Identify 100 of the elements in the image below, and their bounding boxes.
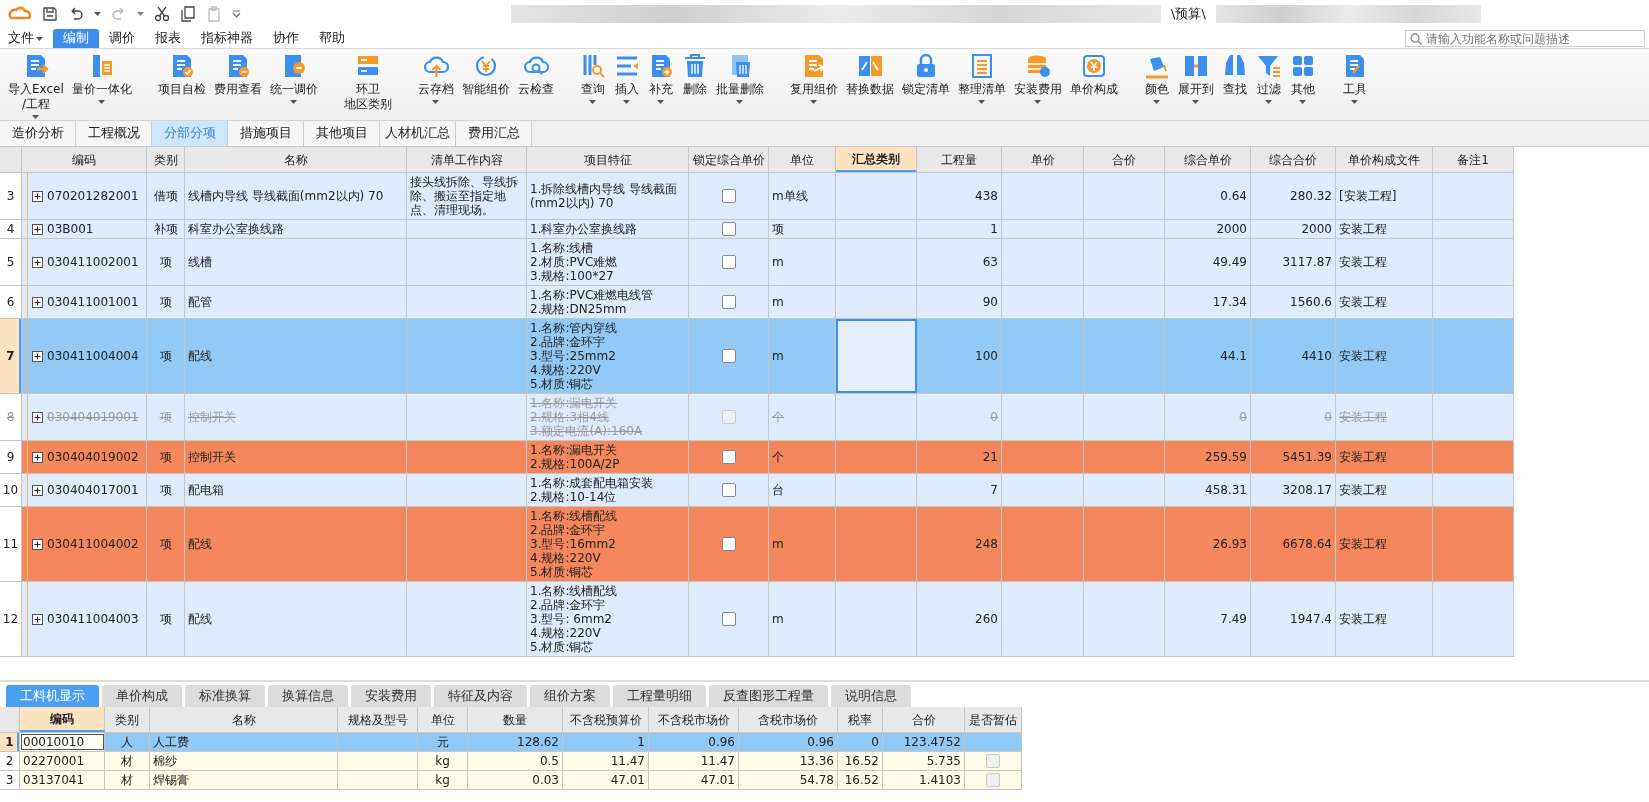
caret-icon[interactable] [32, 115, 40, 119]
checkbox[interactable] [721, 483, 736, 497]
tab[interactable]: 标准换算 [185, 685, 265, 707]
checkbox[interactable] [721, 222, 736, 236]
tab[interactable]: 组价方案 [530, 685, 610, 707]
menu-item[interactable]: 指标神器 [191, 29, 263, 48]
column-header[interactable]: 名称 [185, 147, 407, 172]
table-row[interactable]: 7 030411004004 项 配线 1.名称:管内穿线 2.品牌:金环宇 3.型号:25mm2 4.规格:220V 5.材质:铜芯 m 100 44.1 4410 安装工程 [0, 319, 1514, 394]
table-row[interactable]: 11 030411004002 项 配线 1.名称:线槽配线 2.品牌:金环宇 3.型号:16mm2 4.规格:220V 5.材质:铜芯 m 248 26.93 6678.64 安装工程 [0, 507, 1514, 582]
ribbon-button[interactable]: 插入 [611, 53, 642, 104]
ribbon-button[interactable]: 安装费用 [1011, 53, 1064, 104]
expand-icon[interactable] [32, 538, 43, 550]
tab[interactable]: 其他项目 [304, 121, 380, 146]
ribbon-button[interactable]: 其他 [1287, 53, 1318, 104]
ribbon-button[interactable]: 锁定清单 [899, 53, 952, 97]
expand-icon[interactable] [32, 411, 43, 423]
ribbon-button[interactable]: 颜色 [1141, 53, 1172, 104]
table-row[interactable]: 2 02270001 材 棉纱 kg 0.5 11.47 11.47 13.36 16.52 5.735 [0, 752, 1022, 771]
tab[interactable]: 说明信息 [831, 685, 911, 707]
checkbox[interactable] [721, 612, 736, 626]
customize-icon[interactable] [232, 10, 241, 18]
checkbox[interactable] [986, 754, 1000, 768]
tab[interactable]: 工程概况 [76, 121, 152, 146]
menu-item[interactable]: 报表 [145, 29, 191, 48]
caret-icon[interactable] [1034, 100, 1042, 104]
expand-icon[interactable] [32, 484, 43, 496]
column-header[interactable]: 不含税预算价 [563, 707, 649, 732]
expand-icon[interactable] [32, 190, 43, 202]
tab[interactable]: 反查图形工程量 [709, 685, 828, 707]
column-header[interactable]: 综合合价 [1251, 147, 1336, 172]
checkbox[interactable] [721, 295, 736, 309]
table-row[interactable]: 5 030411002001 项 线槽 1.名称:线槽 2.材质:PVC难燃 3.规格:100*27 m 63 49.49 3117.87 安装工程 [0, 239, 1514, 286]
expand-icon[interactable] [32, 223, 43, 235]
checkbox[interactable] [986, 773, 1000, 787]
expand-icon[interactable] [32, 451, 43, 463]
ribbon-button[interactable]: 环卫 地区类别 [341, 53, 394, 112]
checkbox[interactable] [721, 410, 736, 424]
ribbon-button[interactable]: 工具 [1339, 53, 1370, 104]
column-header[interactable]: 是否暂估 [965, 707, 1022, 732]
caret-icon[interactable] [1153, 100, 1161, 104]
column-header[interactable]: 单位 [769, 147, 836, 172]
tab[interactable]: 措施项目 [228, 121, 304, 146]
menu-item[interactable]: 文件 [4, 29, 53, 48]
caret-icon[interactable] [657, 100, 665, 104]
checkbox[interactable] [721, 537, 736, 551]
column-header[interactable]: 名称 [150, 707, 338, 732]
expand-icon[interactable] [32, 296, 43, 308]
table-row[interactable]: 4 03B001 补项 科室办公室换线路 1.科室办公室换线路 项 1 2000 2000 安装工程 [0, 220, 1514, 239]
ribbon-button[interactable]: 费用查看 [211, 53, 264, 97]
column-header[interactable]: 类别 [105, 707, 150, 732]
ribbon-button[interactable]: 单价构成 [1067, 53, 1120, 97]
column-header[interactable]: 单价 [1002, 147, 1084, 172]
caret-icon[interactable] [736, 100, 744, 104]
caret-icon[interactable] [1265, 100, 1273, 104]
caret-icon[interactable] [589, 100, 597, 104]
menu-item[interactable]: 帮助 [309, 29, 355, 48]
ribbon-button[interactable]: 复用组价 [787, 53, 840, 104]
caret-icon[interactable] [432, 100, 440, 104]
expand-icon[interactable] [32, 613, 43, 625]
table-row[interactable]: 12 030411004003 项 配线 1.名称:线槽配线 2.品牌:金环宇 3.型号: 6mm2 4.规格:220V 5.材质:铜芯 m 260 7.49 1947.4 安装工程 [0, 582, 1514, 657]
table-row[interactable]: 3 03137041 材 焊锡膏 kg 0.03 47.01 47.01 54.78 16.52 1.4103 [0, 771, 1022, 790]
table-row[interactable]: 10 030404017001 项 配电箱 1.名称:成套配电箱安装 2.规格:10-14位 台 7 458.31 3208.17 安装工程 [0, 474, 1514, 507]
ribbon-button[interactable]: 批量删除 [713, 53, 766, 104]
tab[interactable]: 费用汇总 [456, 121, 532, 146]
ribbon-button[interactable]: 展开到 [1175, 53, 1216, 104]
column-header[interactable]: 编码 [22, 147, 147, 172]
column-header[interactable]: 锁定综合单价 [689, 147, 769, 172]
column-header[interactable]: 编码 [20, 707, 105, 732]
ribbon-button[interactable]: 查找 [1219, 53, 1250, 97]
ribbon-button[interactable]: 过滤 [1253, 53, 1284, 104]
caret-icon[interactable] [36, 36, 43, 41]
column-header[interactable]: 税率 [838, 707, 883, 732]
ribbon-button[interactable]: 删除 [679, 53, 710, 97]
caret-icon[interactable] [94, 12, 101, 16]
caret-icon[interactable] [978, 100, 986, 104]
ribbon-button[interactable]: 替换数据 [843, 53, 896, 97]
checkbox[interactable] [721, 189, 736, 203]
column-header[interactable]: 清单工作内容 [407, 147, 527, 172]
column-header[interactable]: 工程量 [917, 147, 1002, 172]
copy-icon[interactable] [180, 6, 196, 22]
checkbox[interactable] [721, 349, 736, 363]
column-header[interactable]: 综合单价 [1165, 147, 1251, 172]
checkbox[interactable] [721, 450, 736, 464]
ribbon-button[interactable]: 查询 [577, 53, 608, 104]
tab[interactable]: 特征及内容 [434, 685, 527, 707]
tab[interactable]: 换算信息 [268, 685, 348, 707]
ribbon-button[interactable]: 项目自检 [155, 53, 208, 97]
table-row[interactable]: 9 030404019002 项 控制开关 1.名称:漏电开关 2.规格:100A/2P 个 21 259.59 5451.39 安装工程 [0, 441, 1514, 474]
tab[interactable]: 单价构成 [102, 685, 182, 707]
search-field[interactable]: 请输入功能名称或问题描述 [1405, 30, 1645, 47]
caret-icon[interactable] [623, 100, 631, 104]
tab[interactable]: 工程量明细 [613, 685, 706, 707]
menu-item[interactable]: 调价 [99, 29, 145, 48]
column-header[interactable]: 合价 [1084, 147, 1165, 172]
column-header[interactable]: 单位 [418, 707, 468, 732]
ribbon-button[interactable]: 量价一体化 [69, 53, 134, 104]
caret-icon[interactable] [290, 100, 298, 104]
caret-icon[interactable] [98, 100, 106, 104]
ribbon-button[interactable]: 补充 [645, 53, 676, 104]
tab[interactable]: 人材机汇总 [380, 121, 456, 146]
